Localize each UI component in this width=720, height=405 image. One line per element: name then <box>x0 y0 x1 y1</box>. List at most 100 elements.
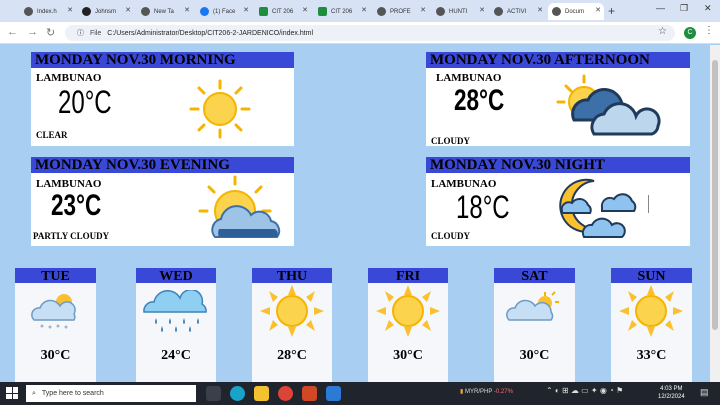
facebook-icon <box>200 7 209 16</box>
scrollbar-thumb[interactable] <box>712 60 718 330</box>
forecast-card-wed: WED 24°C <box>136 268 216 382</box>
classroom-icon <box>318 7 327 16</box>
clock[interactable]: 4:03 PM 12/2/2024 <box>658 385 685 401</box>
tab-4[interactable]: (1) Face ✕ <box>196 3 252 20</box>
minimize-icon[interactable]: — <box>656 3 665 13</box>
forecast-temp: 30°C <box>40 348 71 363</box>
location-label: LAMBUNAO <box>36 72 102 84</box>
profile-avatar[interactable]: C <box>684 27 696 39</box>
file-explorer-icon[interactable] <box>254 386 269 401</box>
stock-ticker[interactable]: ▮ MYR/PHP -0.27% <box>460 388 513 395</box>
window-close-icon[interactable]: ✕ <box>704 3 712 14</box>
tab-favicon-icon <box>552 7 561 16</box>
tab-favicon-icon <box>24 7 33 16</box>
close-icon[interactable]: ✕ <box>420 6 426 14</box>
tab-favicon-icon <box>141 7 150 16</box>
close-icon[interactable]: ✕ <box>537 6 543 14</box>
powerpoint-icon[interactable] <box>302 386 317 401</box>
tab-2[interactable]: Johnsm ✕ <box>78 3 134 20</box>
temperature: 28°C <box>454 84 505 117</box>
new-tab-button[interactable]: + <box>608 4 615 18</box>
tab-label: PROFE <box>390 8 411 15</box>
forecast-card-sat: SAT 30°C <box>494 268 575 382</box>
weather-card-evening: MONDAY NOV.30 EVENING LAMBUNAO 23°C PART… <box>31 157 294 246</box>
tab-label: HUNTI <box>449 8 468 15</box>
card-title: MONDAY NOV.30 MORNING <box>31 52 294 68</box>
temperature: 23°C <box>51 189 102 222</box>
close-icon[interactable]: ✕ <box>595 6 601 14</box>
close-icon[interactable]: ✕ <box>302 6 308 14</box>
edge-icon[interactable] <box>230 386 245 401</box>
tab-favicon-icon <box>494 7 503 16</box>
back-icon[interactable]: ← <box>7 26 18 38</box>
weather-card-morning: MONDAY NOV.30 MORNING LAMBUNAO 20°C CLEA… <box>31 52 294 146</box>
forecast-temp: 28°C <box>277 348 307 363</box>
tab-strip: Index.h ✕ Johnsm ✕ New Ta ✕ (1) Face ✕ CIT 2… <box>0 0 720 22</box>
notification-icon[interactable]: ▤ <box>700 387 709 398</box>
moon-cloud-icon <box>559 178 637 238</box>
tab-9[interactable]: ACTIVI ✕ <box>490 3 546 20</box>
tab-label: CIT 206 <box>272 8 294 15</box>
condition-label: CLOUDY <box>431 231 471 241</box>
forecast-day: TUE <box>15 268 96 284</box>
close-icon[interactable]: ✕ <box>67 6 73 14</box>
tab-6[interactable]: CIT 206 ✕ <box>314 3 370 20</box>
clock-date: 12/2/2024 <box>658 394 685 400</box>
card-title: MONDAY NOV.30 EVENING <box>31 157 294 173</box>
tab-8[interactable]: HUNTI ✕ <box>432 3 488 20</box>
forecast-temp: 24°C <box>161 348 191 363</box>
forecast-day: FRI <box>368 268 448 284</box>
taskbar: ⌕ Type here to search ▮ MYR/PHP -0.27% ⌃… <box>0 382 720 405</box>
close-icon[interactable]: ✕ <box>243 6 249 14</box>
close-icon[interactable]: ✕ <box>125 6 131 14</box>
sun-cloud-icon <box>506 291 559 321</box>
address-bar-row: ← → ↻ ⓘ File C:/Users/Administrator/Desk… <box>0 22 720 44</box>
ticker-change: -0.27% <box>493 389 513 395</box>
url-scheme-label: File <box>90 29 102 37</box>
ticker-icon: ▮ <box>460 389 464 395</box>
windows-start-icon[interactable] <box>6 387 18 399</box>
tab-label: Docum <box>565 8 585 15</box>
forecast-temp: 30°C <box>519 348 550 363</box>
card-title: MONDAY NOV.30 AFTERNOON <box>426 52 690 68</box>
forecast-temp: 33°C <box>636 348 667 363</box>
weather-card-night: MONDAY NOV.30 NIGHT LAMBUNAO 18°C CLOUDY <box>426 157 690 246</box>
location-label: LAMBUNAO <box>436 72 502 84</box>
url-field[interactable]: ⓘ File C:/Users/Administrator/Desktop/CI… <box>65 25 675 41</box>
tab-1[interactable]: Index.h ✕ <box>20 3 76 20</box>
ticker-symbol: MYR/PHP <box>464 389 493 395</box>
tab-favicon-icon <box>377 7 386 16</box>
tab-label: CIT 206 <box>331 8 353 15</box>
forecast-day: SUN <box>611 268 692 284</box>
maximize-icon[interactable]: ❐ <box>680 3 688 14</box>
tab-label: New Ta <box>154 8 174 15</box>
forward-icon[interactable]: → <box>27 26 38 38</box>
reload-icon[interactable]: ↻ <box>46 26 55 39</box>
forecast-day: WED <box>136 268 216 284</box>
sun-icon <box>376 285 440 337</box>
tab-7[interactable]: PROFE ✕ <box>373 3 429 20</box>
forecast-day: SAT <box>494 268 575 284</box>
task-view-icon[interactable] <box>206 386 221 401</box>
vscode-icon[interactable] <box>326 386 341 401</box>
menu-icon[interactable]: ⋮ <box>704 25 714 36</box>
cloudy-icon <box>556 74 661 136</box>
file-icon: ⓘ <box>77 30 84 37</box>
classroom-icon <box>259 7 268 16</box>
forecast-card-thu: THU 28°C <box>252 268 332 382</box>
condition-label: CLOUDY <box>431 136 471 146</box>
condition-label: CLEAR <box>36 130 68 140</box>
taskbar-search-input[interactable]: ⌕ Type here to search <box>26 385 196 402</box>
temperature: 20°C <box>58 84 112 120</box>
bookmark-star-icon[interactable]: ☆ <box>658 26 667 37</box>
tab-label: Johnsm <box>95 8 117 15</box>
tab-5[interactable]: CIT 206 ✕ <box>255 3 311 20</box>
tab-10-active[interactable]: Docum ✕ <box>548 3 604 20</box>
tab-3[interactable]: New Ta ✕ <box>137 3 193 20</box>
system-tray-icons[interactable]: ⌃ ◐ ⊞ ☁ ▭ ✦ ◉ ◔ ⚑ <box>546 386 623 395</box>
chrome-icon[interactable] <box>278 386 293 401</box>
close-icon[interactable]: ✕ <box>184 6 190 14</box>
partly-cloudy-icon <box>198 175 281 238</box>
close-icon[interactable]: ✕ <box>361 6 367 14</box>
close-icon[interactable]: ✕ <box>479 6 485 14</box>
